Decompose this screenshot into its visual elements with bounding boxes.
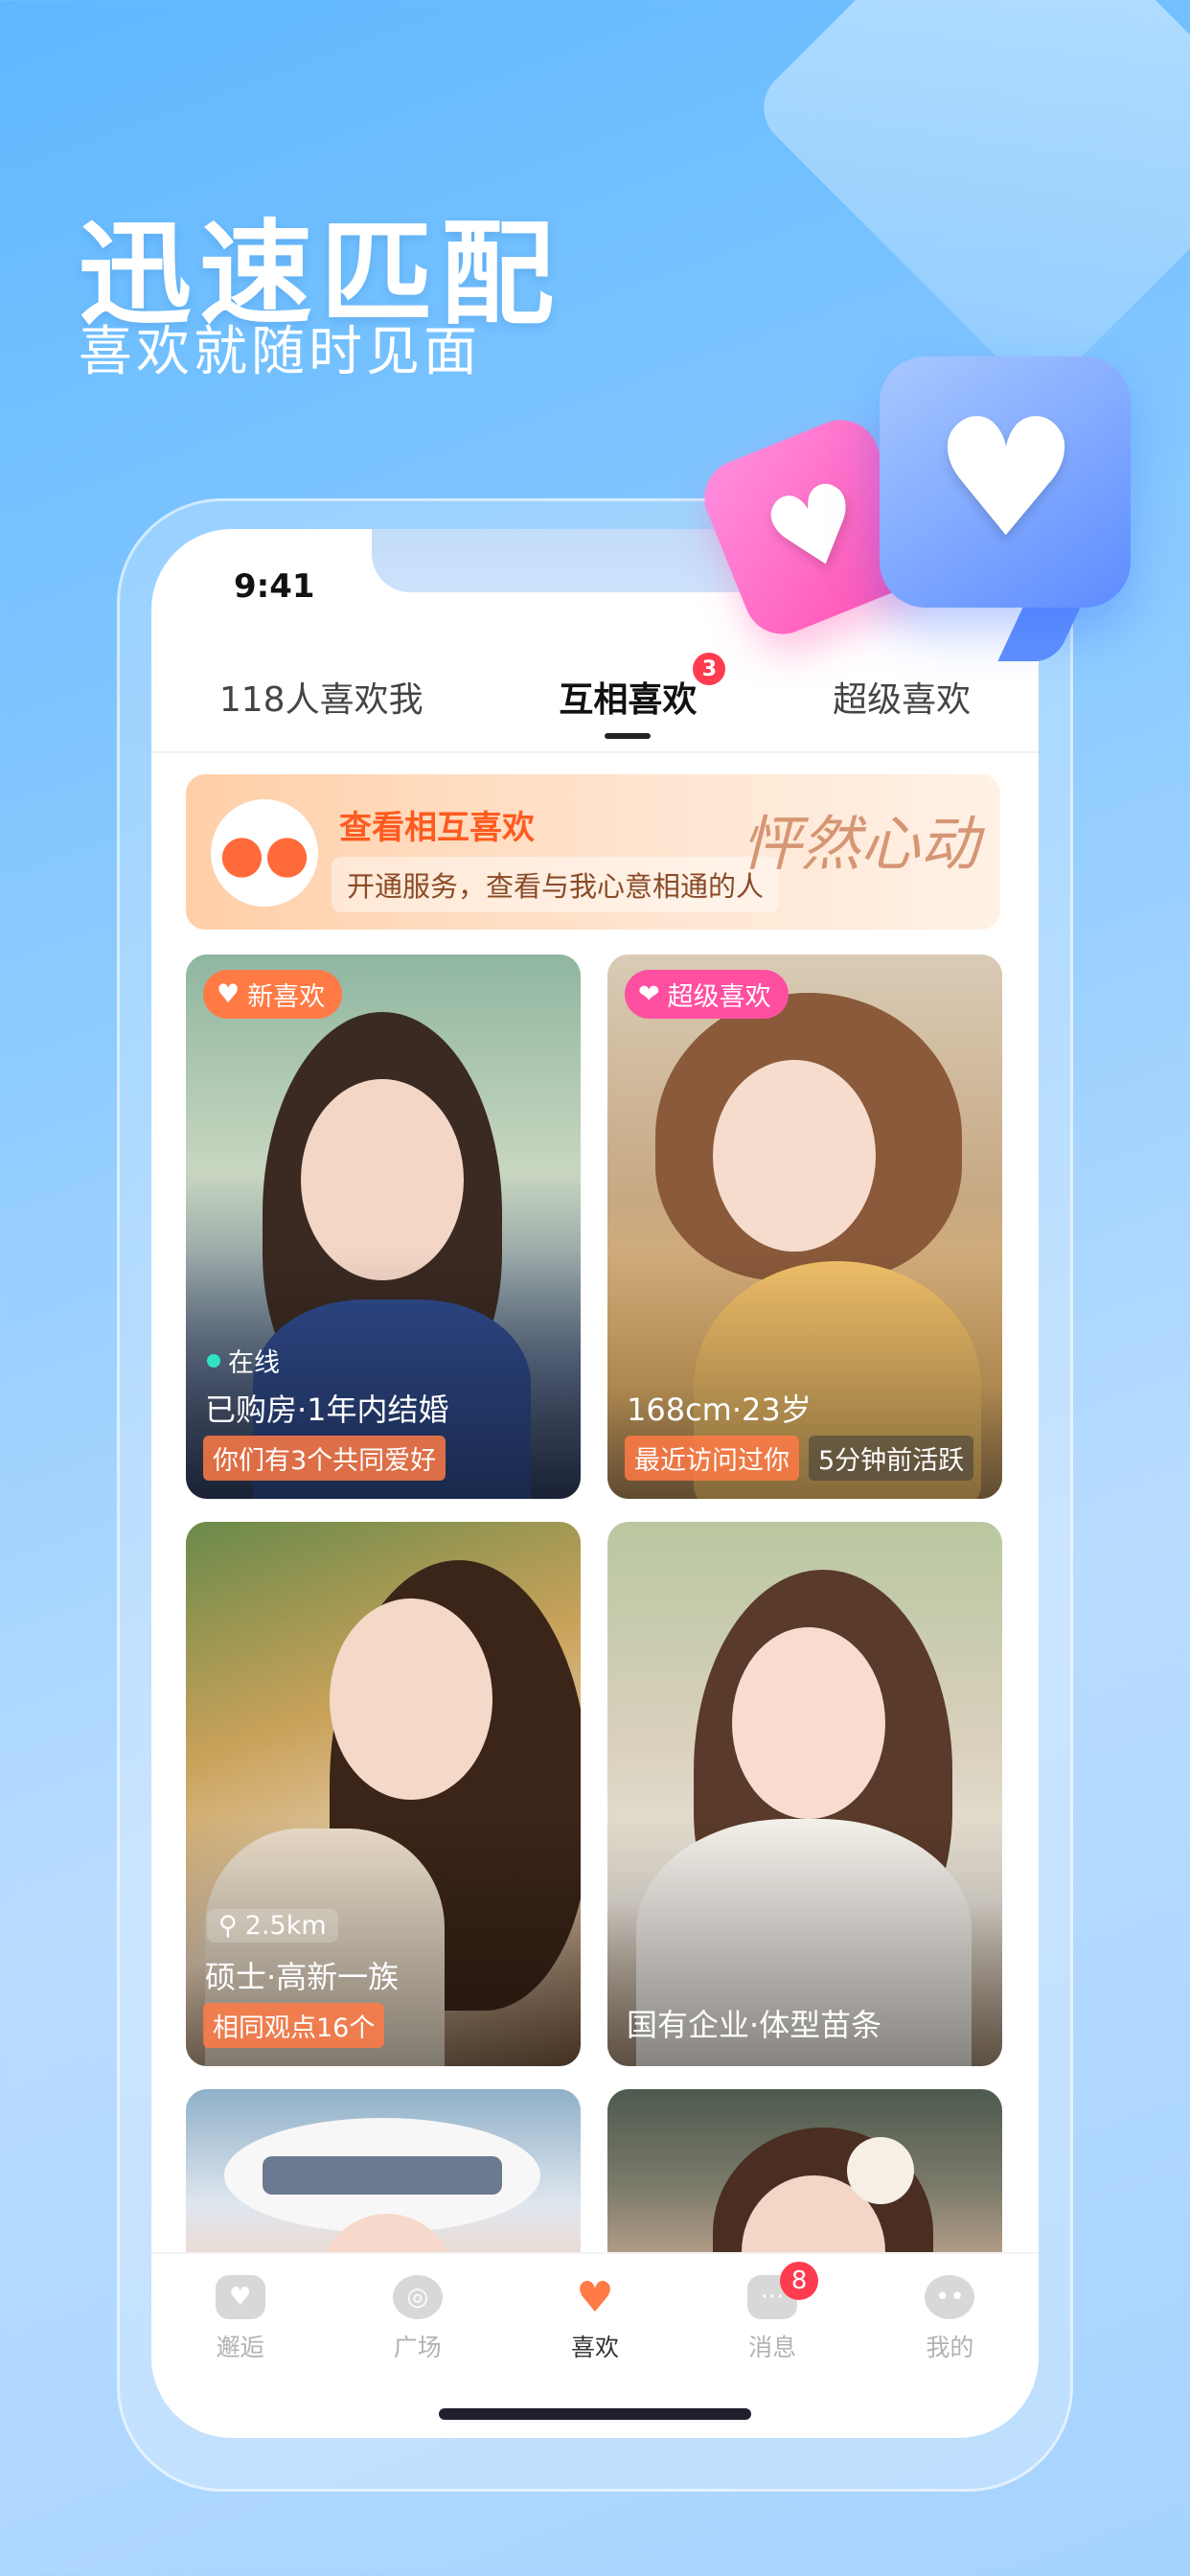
- status-time: 9:41: [234, 567, 315, 606]
- heart-icon: ♥: [217, 979, 240, 1009]
- profile-card[interactable]: 国有企业·体型苗条: [607, 1522, 1002, 2066]
- status-label: 在线: [228, 1348, 280, 1378]
- online-status: 在线: [207, 1342, 280, 1379]
- profile-tag: 相同观点16个: [203, 2003, 385, 2048]
- tab-mutual-likes[interactable]: 互相喜欢 3: [551, 653, 726, 739]
- tab-label: 广场: [393, 2334, 442, 2361]
- hero-subtitle: 喜欢就随时见面: [79, 321, 481, 383]
- heart-icon: ♥: [932, 384, 1080, 574]
- divider: [151, 751, 1039, 753]
- profile-info: 168cm·23岁: [627, 1392, 812, 1428]
- location-pin-icon: ⚲: [218, 1911, 238, 1941]
- tab-count-badge: 3: [693, 653, 726, 685]
- tab-likes-me[interactable]: 118人喜欢我: [212, 672, 431, 722]
- bottom-tab-bar: ♥ 邂逅 ◎ 广场 ♥ 喜欢 ··· 8 消息 •• 我的: [151, 2252, 1039, 2377]
- tab-active-indicator: [605, 733, 652, 739]
- banner-subtitle: 开通服务，查看与我心意相通的人: [332, 857, 780, 912]
- profile-tag: 最近访问过你: [625, 1436, 799, 1481]
- profile-card[interactable]: ♥ 新喜欢 在线 已购房·1年内结婚 你们有3个共同爱好: [186, 954, 581, 1499]
- tab-super-likes[interactable]: 超级喜欢: [825, 672, 978, 722]
- card-heart-icon: ♥: [215, 2275, 265, 2319]
- tab-label: 我的: [926, 2334, 974, 2361]
- tab-label: 118人喜欢我: [218, 680, 423, 720]
- double-heart-icon: ❤: [638, 979, 660, 1009]
- message-count-badge: 8: [780, 2262, 819, 2300]
- super-like-badge: ❤ 超级喜欢: [625, 970, 789, 1019]
- tab-encounter[interactable]: ♥ 邂逅: [173, 2275, 308, 2363]
- tab-label: 喜欢: [570, 2334, 619, 2361]
- phone-screen: 9:41 118人喜欢我 互相喜欢 3 超级喜欢 ●● 查看相互喜欢 开通服务，…: [151, 529, 1039, 2438]
- home-indicator: [439, 2408, 751, 2420]
- profile-card[interactable]: ⚲ 2.5km 硕士·高新一族 相同观点16个: [186, 1522, 581, 2066]
- distance-label: ⚲ 2.5km: [207, 1909, 338, 1943]
- profile-tag: 5分钟前活跃: [809, 1436, 974, 1481]
- tab-bar-top: 118人喜欢我 互相喜欢 3 超级喜欢: [151, 653, 1039, 740]
- new-like-badge: ♥ 新喜欢: [203, 970, 343, 1019]
- tab-label: 消息: [748, 2334, 797, 2361]
- banner-script-text: 怦然心动: [741, 809, 979, 879]
- mutual-likes-banner[interactable]: ●● 查看相互喜欢 开通服务，查看与我心意相通的人 怦然心动: [186, 774, 1000, 930]
- profile-info: 硕士·高新一族: [205, 1959, 400, 1995]
- tab-profile[interactable]: •• 我的: [882, 2275, 1017, 2363]
- tab-likes[interactable]: ♥ 喜欢: [528, 2272, 662, 2363]
- tab-label: 邂逅: [216, 2334, 264, 2361]
- badge-label: 新喜欢: [247, 982, 326, 1012]
- planet-icon: ◎: [392, 2275, 443, 2319]
- cookie-heart-icon: ●●: [211, 799, 318, 907]
- tab-messages[interactable]: ··· 8 消息: [705, 2262, 839, 2363]
- profile-tag: 你们有3个共同爱好: [203, 1436, 446, 1481]
- profile-card[interactable]: ❤ 超级喜欢 168cm·23岁 最近访问过你 5分钟前活跃: [607, 954, 1002, 1499]
- profile-icon: ••: [925, 2275, 975, 2319]
- badge-label: 超级喜欢: [667, 982, 771, 1012]
- online-dot-icon: [207, 1353, 220, 1368]
- distance-value: 2.5km: [244, 1911, 327, 1941]
- tab-label: 互相喜欢: [559, 680, 698, 720]
- tab-label: 超级喜欢: [833, 680, 972, 720]
- profile-info: 已购房·1年内结婚: [205, 1392, 449, 1428]
- tab-square[interactable]: ◎ 广场: [351, 2275, 485, 2363]
- banner-title: 查看相互喜欢: [339, 809, 535, 847]
- background-decoration: [747, 0, 1190, 400]
- heart-icon: ♥: [576, 2272, 614, 2322]
- profile-info: 国有企业·体型苗条: [627, 2007, 882, 2043]
